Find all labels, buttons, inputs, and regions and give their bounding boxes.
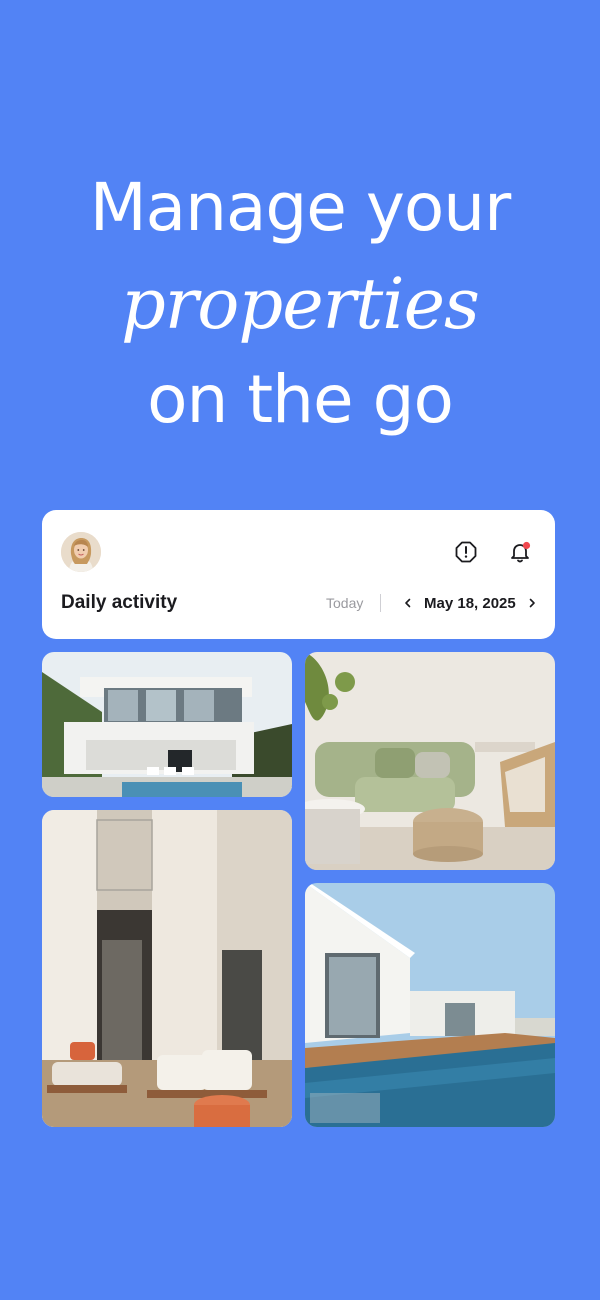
date-navigator: May 18, 2025 [398,590,542,616]
chevron-left-icon[interactable] [398,593,418,613]
today-button[interactable]: Today [326,595,363,611]
avatar[interactable] [61,532,101,572]
headline-line-3: on the go [147,361,454,438]
chevron-right-icon[interactable] [522,593,542,613]
divider [380,594,381,612]
notification-dot [522,541,531,550]
alert-octagon-icon[interactable] [454,540,478,564]
property-photo-living-room[interactable] [305,652,555,870]
headline-line-1: Manage your [89,169,512,246]
bell-icon[interactable] [508,540,532,564]
headline: Manage your properties on the go [0,160,600,448]
date-label[interactable]: May 18, 2025 [424,595,516,612]
daily-activity-card: Daily activity Today May 18, 2025 [42,510,555,639]
headline-line-2: properties [121,263,480,345]
property-photo-patio[interactable] [42,810,292,1127]
property-photo-modern-villa[interactable] [42,652,292,797]
property-photo-pool-villa[interactable] [305,883,555,1127]
daily-activity-title: Daily activity [61,592,178,613]
